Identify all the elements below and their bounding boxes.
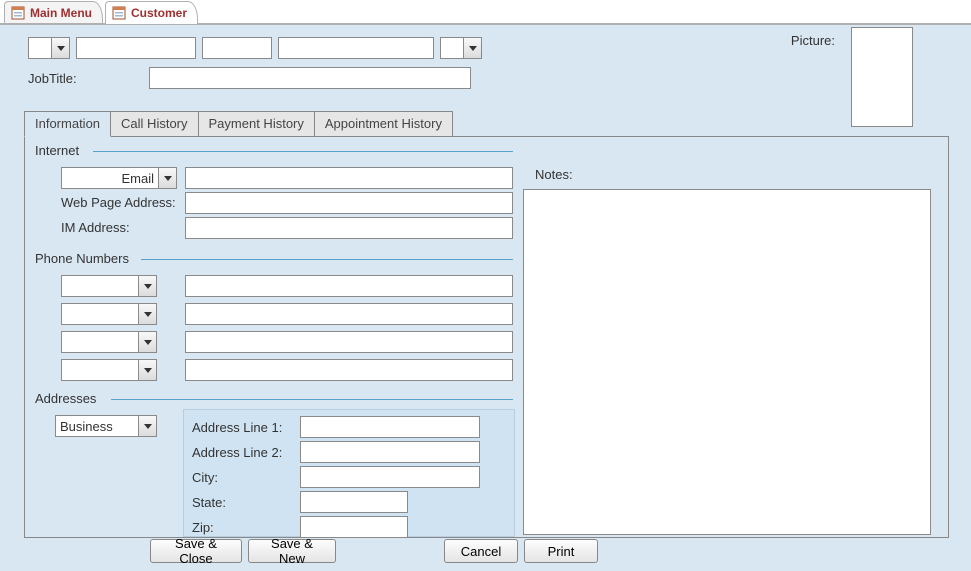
document-tab-bar: Main Menu Customer <box>0 0 971 24</box>
first-name-input[interactable] <box>76 37 196 59</box>
picture-label: Picture: <box>791 33 835 48</box>
address-line2-label: Address Line 2: <box>192 445 300 460</box>
im-input[interactable] <box>185 217 513 239</box>
chevron-down-icon <box>138 332 156 352</box>
address-type-combo[interactable]: Business <box>55 415 157 437</box>
tab-main-menu[interactable]: Main Menu <box>4 1 103 23</box>
name-row <box>28 37 482 59</box>
address-panel: Address Line 1: Address Line 2: City: St… <box>183 409 515 537</box>
address-line1-input[interactable] <box>300 416 480 438</box>
tab-customer[interactable]: Customer <box>105 1 198 23</box>
notes-textarea[interactable] <box>523 189 931 535</box>
phone-number-input[interactable] <box>185 275 513 297</box>
phone-type-combo[interactable] <box>61 303 157 325</box>
title-combo[interactable] <box>28 37 70 59</box>
jobtitle-label: JobTitle: <box>28 71 77 86</box>
addresses-group-label: Addresses <box>35 391 100 406</box>
subtab-information[interactable]: Information <box>24 111 111 137</box>
save-new-button[interactable]: Save & New <box>248 539 336 563</box>
last-name-input[interactable] <box>278 37 434 59</box>
zip-input[interactable] <box>300 516 408 538</box>
phone-type-combo[interactable] <box>61 331 157 353</box>
chevron-down-icon <box>138 304 156 324</box>
information-panel: Internet Email Web Page Address: IM Addr… <box>24 136 949 538</box>
jobtitle-row: JobTitle: <box>28 67 471 89</box>
group-divider <box>111 399 513 400</box>
picture-box[interactable] <box>851 27 913 127</box>
form-icon <box>11 6 25 20</box>
save-close-button[interactable]: Save & Close <box>150 539 242 563</box>
phone-type-combo[interactable] <box>61 359 157 381</box>
im-label: IM Address: <box>61 220 130 235</box>
internet-group-label: Internet <box>35 143 83 158</box>
subtab-payment-history[interactable]: Payment History <box>198 111 315 137</box>
city-input[interactable] <box>300 466 480 488</box>
zip-label: Zip: <box>192 520 300 535</box>
form-body: JobTitle: Picture: Information Call Hist… <box>0 24 971 571</box>
web-input[interactable] <box>185 192 513 214</box>
middle-name-input[interactable] <box>202 37 272 59</box>
phone-number-input[interactable] <box>185 331 513 353</box>
state-input[interactable] <box>300 491 408 513</box>
chevron-down-icon <box>51 38 69 58</box>
chevron-down-icon <box>138 276 156 296</box>
group-divider <box>141 259 513 260</box>
form-icon <box>112 6 126 20</box>
subtab-bar: Information Call History Payment History… <box>24 111 452 137</box>
address-line2-input[interactable] <box>300 441 480 463</box>
email-input[interactable] <box>185 167 513 189</box>
email-type-combo[interactable]: Email <box>61 167 177 189</box>
web-label: Web Page Address: <box>61 195 176 210</box>
notes-label: Notes: <box>535 167 573 182</box>
subtab-appointment-history[interactable]: Appointment History <box>314 111 453 137</box>
print-button[interactable]: Print <box>524 539 598 563</box>
chevron-down-icon <box>138 416 156 436</box>
address-line1-label: Address Line 1: <box>192 420 300 435</box>
tab-label: Main Menu <box>30 6 92 20</box>
phone-type-combo[interactable] <box>61 275 157 297</box>
button-row: Save & Close Save & New Cancel Print <box>0 539 971 563</box>
phone-group-label: Phone Numbers <box>35 251 133 266</box>
jobtitle-input[interactable] <box>149 67 471 89</box>
spacer <box>342 539 438 563</box>
tab-label: Customer <box>131 6 187 20</box>
group-divider <box>93 151 513 152</box>
chevron-down-icon <box>463 38 481 58</box>
phone-number-input[interactable] <box>185 359 513 381</box>
email-type-value: Email <box>62 171 158 186</box>
suffix-combo[interactable] <box>440 37 482 59</box>
cancel-button[interactable]: Cancel <box>444 539 518 563</box>
chevron-down-icon <box>138 360 156 380</box>
city-label: City: <box>192 470 300 485</box>
phone-number-input[interactable] <box>185 303 513 325</box>
state-label: State: <box>192 495 300 510</box>
subtab-call-history[interactable]: Call History <box>110 111 198 137</box>
chevron-down-icon <box>158 168 176 188</box>
address-type-value: Business <box>56 419 138 434</box>
